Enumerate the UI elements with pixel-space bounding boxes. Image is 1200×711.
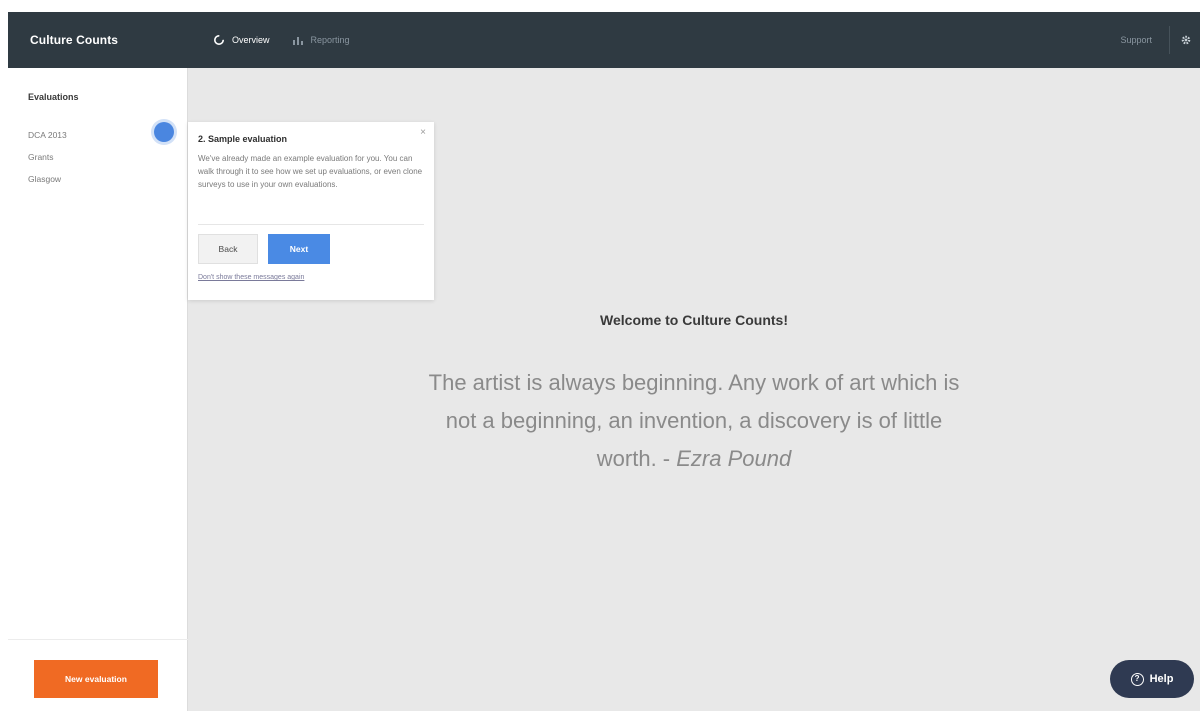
app-window: Culture Counts Overview Reporting Suppor… bbox=[8, 12, 1200, 711]
dont-show-again-link[interactable]: Don't show these messages again bbox=[198, 274, 304, 281]
help-question-icon: ? bbox=[1130, 672, 1144, 686]
nav-tab-overview[interactable]: Overview bbox=[213, 34, 270, 46]
nav-tab-overview-label: Overview bbox=[232, 35, 270, 45]
sidebar-item-dca-2013[interactable]: DCA 2013 bbox=[28, 124, 67, 146]
popover-body: We've already made an example evaluation… bbox=[198, 154, 423, 189]
sidebar-title: Evaluations bbox=[28, 92, 79, 102]
nav-tab-reporting-label: Reporting bbox=[310, 35, 350, 45]
topbar-divider bbox=[1169, 26, 1170, 54]
bar-chart-icon bbox=[292, 34, 304, 46]
brand-logo-text[interactable]: Culture Counts bbox=[30, 12, 118, 68]
overview-ring-icon bbox=[213, 34, 225, 46]
evaluation-list: DCA 2013 Grants Glasgow bbox=[28, 124, 67, 190]
top-navigation-bar: Culture Counts Overview Reporting Suppor… bbox=[8, 12, 1200, 68]
help-button[interactable]: ? Help bbox=[1110, 660, 1194, 698]
sidebar-item-glasgow[interactable]: Glasgow bbox=[28, 168, 67, 190]
back-button[interactable]: Back bbox=[198, 234, 258, 264]
nav-tab-reporting[interactable]: Reporting bbox=[292, 34, 350, 46]
sidebar-item-grants[interactable]: Grants bbox=[28, 146, 67, 168]
help-label: Help bbox=[1149, 673, 1174, 685]
tour-hotspot-dot[interactable] bbox=[154, 122, 174, 142]
close-icon[interactable]: × bbox=[420, 128, 426, 138]
gear-icon[interactable] bbox=[1178, 12, 1194, 68]
popover-divider bbox=[198, 224, 424, 225]
sidebar-divider bbox=[8, 639, 188, 640]
popover-title: 2. Sample evaluation bbox=[198, 134, 288, 144]
evaluations-sidebar: Evaluations DCA 2013 Grants Glasgow New … bbox=[8, 68, 188, 711]
quote-text: The artist is always beginning. Any work… bbox=[414, 364, 974, 478]
support-link[interactable]: Support bbox=[1120, 12, 1152, 68]
welcome-heading: Welcome to Culture Counts! bbox=[600, 312, 788, 328]
next-button[interactable]: Next bbox=[268, 234, 330, 264]
main-nav: Overview Reporting bbox=[213, 12, 350, 68]
tour-popover: × 2. Sample evaluation We've already mad… bbox=[188, 122, 434, 300]
quote-author: Ezra Pound bbox=[676, 446, 792, 471]
new-evaluation-button[interactable]: New evaluation bbox=[34, 660, 158, 698]
quote-block: The artist is always beginning. Any work… bbox=[188, 364, 1200, 478]
